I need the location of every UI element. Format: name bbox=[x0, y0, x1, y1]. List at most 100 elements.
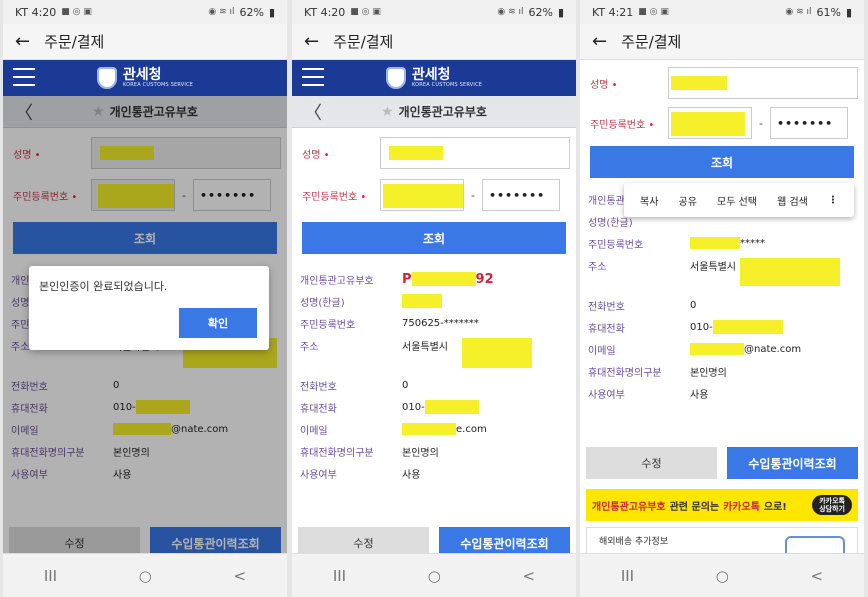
text-context-menu: 복사 공유 모두 선택 웹 검색 ⋮ bbox=[624, 183, 854, 217]
menu-share[interactable]: 공유 bbox=[679, 193, 697, 208]
battery-icon: ▮ bbox=[557, 5, 564, 19]
menu-icon[interactable] bbox=[13, 68, 35, 86]
id-front-field[interactable] bbox=[380, 179, 464, 211]
home-icon[interactable]: ○ bbox=[139, 567, 152, 585]
name-field[interactable] bbox=[380, 137, 570, 169]
result-owner: 본인명의 bbox=[690, 367, 727, 379]
app-bar: ← 주문/결제 bbox=[292, 24, 576, 60]
query-button[interactable]: 조회 bbox=[302, 222, 566, 254]
home-icon[interactable]: ○ bbox=[716, 567, 729, 585]
result-panel: 개인통관고유부호P92 성명(한글) 주민등록번호***** 주소서울특별시 전… bbox=[580, 186, 864, 410]
customs-logo[interactable]: 관세청 KOREA CUSTOMS SERVICE bbox=[385, 67, 482, 89]
back-nav-icon[interactable]: < bbox=[811, 567, 824, 585]
id-label: 주민등록번호 • bbox=[590, 119, 655, 131]
query-button[interactable]: 조회 bbox=[590, 146, 854, 178]
lookup-form: 성명 • 주민등록번호 • - ••••••• 조회 bbox=[292, 128, 576, 254]
result-label: 휴대전화명의구분 bbox=[588, 367, 662, 379]
shield-icon bbox=[96, 67, 117, 89]
kakao-banner[interactable]: 개인통관고유부호 관련 문의는 카카오톡 으로! 카카오톡 상담하기 bbox=[586, 489, 858, 521]
status-bar: KT 4:21 ■ ◎ ▣ ◉ ≋ ıl 61% ▮ bbox=[580, 0, 864, 24]
notification-icons: ■ ◎ ▣ bbox=[61, 7, 92, 17]
id-front-field[interactable] bbox=[668, 107, 752, 139]
menu-web-search[interactable]: 웹 검색 bbox=[777, 193, 808, 208]
result-address: 서울특별시 bbox=[402, 342, 448, 353]
result-label: 주소 bbox=[588, 262, 607, 273]
result-id: ***** bbox=[740, 237, 765, 249]
battery-text: 61% bbox=[816, 5, 841, 19]
result-label: 주민등록번호 bbox=[300, 319, 356, 331]
notification-icons: ■ ◎ ▣ bbox=[638, 7, 669, 17]
battery-text: 62% bbox=[528, 5, 553, 19]
screen-3: KT 4:21 ■ ◎ ▣ ◉ ≋ ıl 61% ▮ ← 주문/결제 성명 • 주민등… bbox=[580, 0, 864, 597]
result-phone: 0 bbox=[690, 299, 697, 311]
result-code-start[interactable]: P bbox=[402, 272, 412, 287]
id-back-field[interactable]: ••••••• bbox=[770, 107, 848, 139]
page-title: 개인통관고유부호 bbox=[398, 105, 487, 119]
back-nav-icon[interactable]: < bbox=[234, 567, 247, 585]
result-label: 휴대전화 bbox=[300, 403, 337, 415]
banner-code-text: 개인통관고유부호 bbox=[592, 501, 666, 513]
app-bar: ← 주문/결제 bbox=[580, 24, 864, 60]
banner-post-text: 으로! bbox=[763, 501, 787, 513]
app-title: 주문/결제 bbox=[44, 33, 105, 51]
home-icon[interactable]: ○ bbox=[428, 567, 441, 585]
signal-icons: ◉ ≋ ıl bbox=[208, 7, 235, 17]
result-id: 750625-******* bbox=[402, 317, 479, 329]
back-nav-icon[interactable]: < bbox=[523, 567, 536, 585]
id-dash: - bbox=[759, 116, 763, 130]
screen-1: KT 4:20 ■ ◎ ▣ ◉ ≋ ıl 62% ▮ ← 주문/결제 관세청 KOREA… bbox=[3, 0, 287, 597]
id-back-field[interactable]: ••••••• bbox=[482, 179, 560, 211]
result-use: 사용 bbox=[402, 469, 421, 481]
nav-bar: III ○ < bbox=[3, 553, 287, 597]
edit-button[interactable]: 수정 bbox=[586, 447, 717, 479]
history-button[interactable]: 수입통관이력조회 bbox=[727, 447, 858, 479]
star-icon[interactable]: ★ bbox=[381, 104, 394, 120]
recent-apps-icon[interactable]: III bbox=[44, 567, 57, 585]
chevron-left-icon[interactable]: 〈 bbox=[304, 99, 322, 125]
name-field[interactable] bbox=[668, 67, 858, 99]
back-arrow-icon[interactable]: ← bbox=[592, 31, 607, 52]
logo-title: 관세청 bbox=[122, 67, 162, 83]
result-mobile: 010- bbox=[402, 401, 425, 413]
lookup-form: 성명 • 주민등록번호 • - ••••••• 조회 bbox=[580, 60, 864, 178]
extra-info-label: 해외배송 추가정보 bbox=[599, 537, 669, 547]
result-label: 주민등록번호 bbox=[588, 239, 644, 251]
result-email: e.com bbox=[456, 423, 487, 435]
status-time: KT 4:21 bbox=[592, 5, 634, 19]
back-arrow-icon[interactable]: ← bbox=[15, 31, 30, 52]
pill-line2: 상담하기 bbox=[819, 505, 845, 513]
menu-select-all[interactable]: 모두 선택 bbox=[717, 193, 757, 208]
result-label: 성명(한글) bbox=[300, 297, 345, 309]
site-header: 관세청 KOREA CUSTOMS SERVICE bbox=[3, 60, 287, 96]
alert-dialog: 본인인증이 완료되었습니다. 확인 bbox=[29, 266, 269, 350]
result-label: 주소 bbox=[300, 342, 319, 353]
result-phone: 0 bbox=[402, 379, 409, 391]
more-vert-icon[interactable]: ⋮ bbox=[828, 195, 838, 206]
result-label: 전화번호 bbox=[588, 301, 625, 313]
logo-subtitle: KOREA CUSTOMS SERVICE bbox=[122, 82, 194, 88]
result-use: 사용 bbox=[690, 389, 709, 401]
dialog-ok-button[interactable]: 확인 bbox=[179, 308, 257, 338]
status-time: KT 4:20 bbox=[15, 5, 57, 19]
status-bar: KT 4:20 ■ ◎ ▣ ◉ ≋ ıl 62% ▮ bbox=[3, 0, 287, 24]
name-label: 성명 • bbox=[590, 79, 618, 91]
recent-apps-icon[interactable]: III bbox=[333, 567, 346, 585]
nav-bar: III ○ < bbox=[292, 553, 576, 597]
recent-apps-icon[interactable]: III bbox=[621, 567, 634, 585]
name-label: 성명 • bbox=[302, 149, 330, 161]
menu-copy[interactable]: 복사 bbox=[640, 193, 658, 208]
result-email: @nate.com bbox=[744, 343, 802, 355]
battery-text: 62% bbox=[239, 5, 264, 19]
customs-logo[interactable]: 관세청 KOREA CUSTOMS SERVICE bbox=[96, 67, 194, 89]
result-code-end[interactable]: 92 bbox=[476, 272, 494, 287]
app-title: 주문/결제 bbox=[621, 33, 682, 51]
pill-line1: 카카오톡 bbox=[819, 497, 845, 505]
result-label: 휴대전화 bbox=[588, 323, 625, 335]
result-label: 휴대전화명의구분 bbox=[300, 447, 374, 459]
back-arrow-icon[interactable]: ← bbox=[304, 31, 319, 52]
shield-icon bbox=[385, 67, 406, 89]
kakao-consult-button[interactable]: 카카오톡 상담하기 bbox=[812, 495, 852, 515]
menu-icon[interactable] bbox=[302, 68, 324, 86]
site-header: 관세청 KOREA CUSTOMS SERVICE bbox=[292, 60, 576, 96]
id-label: 주민등록번호 • bbox=[302, 191, 367, 203]
